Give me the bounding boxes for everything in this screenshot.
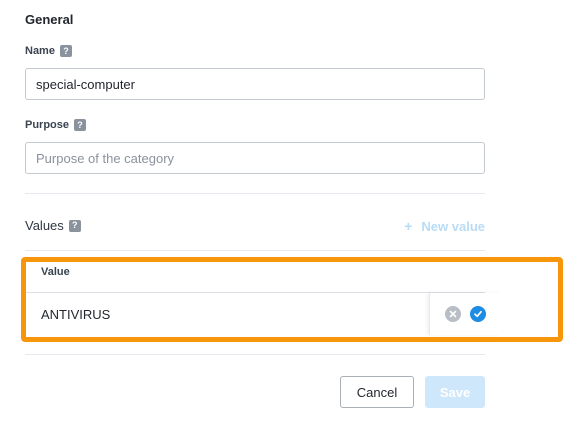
- values-table: Value ANTIVIRUS: [25, 250, 501, 335]
- confirm-check-icon[interactable]: [470, 306, 486, 322]
- table-row: ANTIVIRUS: [25, 293, 501, 335]
- new-value-button[interactable]: + New value: [404, 218, 485, 234]
- purpose-label-group: Purpose ?: [25, 119, 87, 131]
- name-label: Name: [25, 45, 55, 57]
- section-title-general: General: [25, 12, 74, 27]
- name-input[interactable]: special-computer: [25, 68, 485, 100]
- purpose-input[interactable]: Purpose of the category: [25, 142, 485, 174]
- values-help-icon[interactable]: ?: [68, 219, 81, 232]
- column-header-value: Value: [25, 251, 485, 293]
- new-value-label: New value: [421, 218, 485, 234]
- name-help-icon[interactable]: ?: [59, 45, 72, 57]
- values-label: Values: [25, 218, 64, 233]
- section-divider: [25, 193, 485, 194]
- purpose-help-icon[interactable]: ?: [74, 119, 87, 131]
- purpose-input-placeholder: Purpose of the category: [36, 150, 175, 166]
- cancel-edit-icon[interactable]: [445, 306, 461, 322]
- cancel-button[interactable]: Cancel: [340, 376, 414, 408]
- name-input-value: special-computer: [36, 76, 135, 92]
- row-actions: [429, 293, 501, 335]
- name-label-group: Name ?: [25, 45, 72, 57]
- save-button[interactable]: Save: [425, 376, 485, 408]
- purpose-label: Purpose: [25, 119, 70, 131]
- value-cell: ANTIVIRUS: [41, 306, 111, 322]
- category-edit-form: General Name ? special-computer Purpose …: [0, 0, 571, 442]
- plus-icon: +: [404, 218, 413, 234]
- values-label-group: Values ?: [25, 218, 81, 233]
- footer-divider: [25, 354, 485, 355]
